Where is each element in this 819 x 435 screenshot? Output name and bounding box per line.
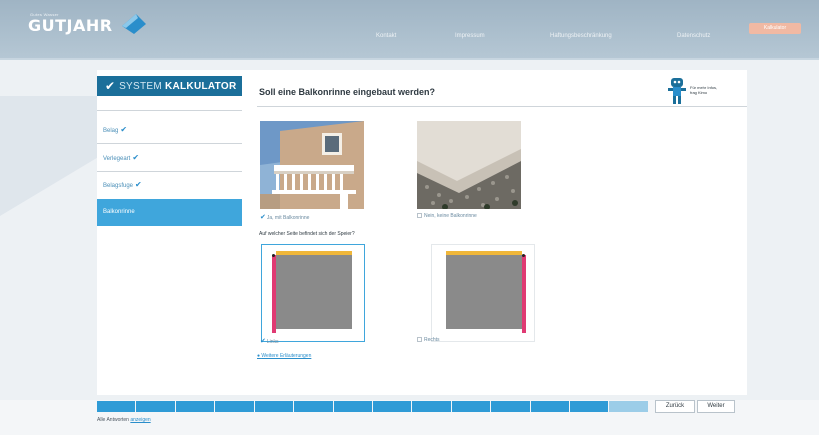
spout-dot-icon xyxy=(272,254,275,257)
gutter-left-bar xyxy=(272,255,276,333)
check-icon: ✔ xyxy=(260,338,266,345)
progress-segment xyxy=(136,401,175,412)
balcony-plan xyxy=(276,255,352,329)
sidebar-item-label: Belag xyxy=(103,128,119,134)
checkbox[interactable] xyxy=(417,337,422,343)
progress-segment xyxy=(570,401,609,412)
no-gutter-image[interactable] xyxy=(417,121,521,209)
helper-kimo[interactable]: Für mehr Infos, frag Kimo xyxy=(662,76,744,106)
logo-roof-icon xyxy=(122,14,146,34)
balcony-photo-icon xyxy=(260,121,364,209)
system-kalkulator-badge: ✔ SYSTEM KALKULATOR xyxy=(97,76,242,96)
check-icon: ✔ xyxy=(120,125,128,134)
spout-dot-icon xyxy=(522,254,525,257)
show-answers-link[interactable]: anzeigen xyxy=(130,417,150,423)
step-sidebar: ✔ SYSTEM KALKULATOR Belag ✔ Verlegeart ✔ B… xyxy=(97,70,244,395)
nav-impressum[interactable]: Impressum xyxy=(455,24,485,42)
kalkulator-button[interactable]: Kalkulator xyxy=(749,23,801,34)
back-button[interactable]: Zurück xyxy=(655,400,695,413)
check-icon: ✔ xyxy=(260,214,266,221)
balcony-with-gutter-image[interactable] xyxy=(260,121,364,209)
progress-segment xyxy=(372,401,412,412)
helper-text: Für mehr Infos, frag Kimo xyxy=(690,85,718,95)
option-links[interactable]: ✔Links xyxy=(260,337,279,345)
check-icon: ✔ xyxy=(135,180,142,189)
sidebar-item-belag[interactable]: Belag ✔ xyxy=(97,116,242,143)
progress-bar xyxy=(97,401,649,412)
option-with-gutter[interactable]: ✔Ja, mit Balkonrinne xyxy=(260,213,309,221)
more-info-link[interactable]: ● Weitere Erläuterungen xyxy=(257,353,311,359)
progress-segment xyxy=(294,401,333,412)
option-no-gutter[interactable]: Nein, keine Balkonrinne xyxy=(417,213,477,219)
progress-segment xyxy=(451,401,491,412)
badge-label-kalkulator: KALKULATOR xyxy=(164,80,237,92)
info-icon: ● xyxy=(257,353,261,359)
option-rechts[interactable]: Rechts xyxy=(417,337,440,343)
side-option-links[interactable] xyxy=(261,244,365,342)
balcony-plan xyxy=(446,255,522,329)
sidebar-item-balkonrinne[interactable]: Balkonrinne xyxy=(97,199,242,226)
progress-segment xyxy=(175,401,215,412)
logo-tagline: Gutes Wasser xyxy=(30,12,59,17)
progress-segment xyxy=(412,401,451,412)
sidebar-item-label: Belagsfuge xyxy=(103,183,134,189)
mascot-icon xyxy=(668,78,686,104)
calculator-panel: ✔ SYSTEM KALKULATOR Belag ✔ Verlegeart ✔ B… xyxy=(97,70,747,395)
all-answers-line: Alle Antworten anzeigen xyxy=(97,417,151,423)
logo[interactable]: Gutes Wasser GUTJAHR xyxy=(28,12,146,35)
gutter-right-bar xyxy=(522,255,526,333)
progress-segment xyxy=(97,401,136,412)
sidebar-item-label: Verlegeart xyxy=(103,156,131,162)
next-button[interactable]: Weiter xyxy=(697,400,735,413)
progress-segment xyxy=(530,401,570,412)
check-icon: ✔ xyxy=(105,79,116,93)
nav-kontakt[interactable]: Kontakt xyxy=(376,24,396,42)
question-title: Soll eine Balkonrinne eingebaut werden? xyxy=(259,87,436,97)
nav-datenschutz[interactable]: Datenschutz xyxy=(677,24,710,42)
divider xyxy=(97,110,242,111)
side-option-rechts[interactable] xyxy=(431,244,535,342)
gravel-photo-icon xyxy=(417,121,521,209)
nav-haftung[interactable]: Haftungsbeschränkung xyxy=(550,24,612,42)
progress-segment xyxy=(215,401,254,412)
sidebar-item-verlegeart[interactable]: Verlegeart ✔ xyxy=(97,144,242,171)
checkbox[interactable] xyxy=(417,213,422,219)
progress-segment xyxy=(254,401,294,412)
sidebar-item-label: Balkonrinne xyxy=(103,209,135,215)
progress-segment xyxy=(333,401,372,412)
badge-label-system: SYSTEM xyxy=(119,80,162,92)
check-icon: ✔ xyxy=(132,153,140,162)
progress-segment xyxy=(609,401,648,412)
sidebar-item-belagsfuge[interactable]: Belagsfuge ✔ xyxy=(97,171,242,198)
logo-wordmark: GUTJAHR xyxy=(28,16,113,35)
question-side: Auf welcher Seite befindet sich der Spei… xyxy=(259,231,355,237)
divider xyxy=(257,106,747,107)
question-area: Soll eine Balkonrinne eingebaut werden? … xyxy=(257,70,747,395)
site-header: Gutes Wasser GUTJAHR Kontakt Impressum H… xyxy=(0,0,819,58)
progress-segment xyxy=(491,401,530,412)
